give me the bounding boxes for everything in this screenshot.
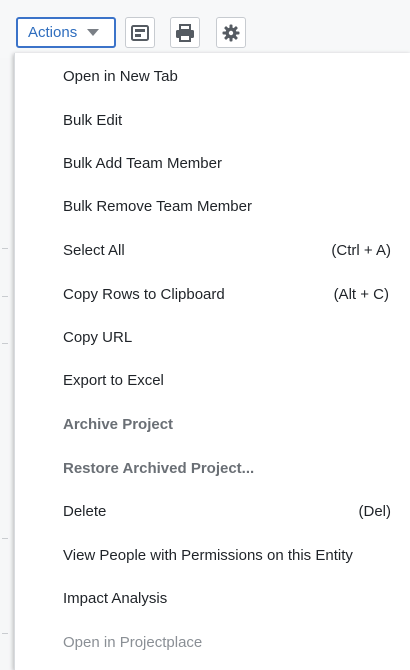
menu-item-label: Restore Archived Project... (63, 459, 255, 477)
menu-item-bulk-add-team-member[interactable]: Bulk Add Team Member (15, 142, 410, 184)
menu-item-open-in-projectplace: Open in Projectplace (15, 621, 410, 663)
menu-item-label: Open in New Tab (63, 67, 178, 85)
print-button[interactable] (170, 17, 200, 48)
actions-dropdown-button[interactable]: Actions (16, 17, 116, 48)
menu-item-copy-url[interactable]: Copy URL (15, 316, 410, 358)
menu-item-bulk-edit[interactable]: Bulk Edit (15, 99, 410, 141)
grid-divider (2, 633, 8, 634)
toolbar: Actions (0, 0, 410, 58)
actions-label: Actions (28, 24, 78, 41)
menu-item-shortcut: (Del) (358, 502, 392, 520)
menu-item-open-in-new-tab[interactable]: Open in New Tab (15, 55, 410, 97)
menu-item-label: Bulk Remove Team Member (63, 197, 252, 215)
menu-item-delete[interactable]: Delete (Del) (15, 490, 410, 532)
chevron-down-icon (87, 29, 100, 36)
grid-divider (2, 343, 8, 344)
menu-item-label: Bulk Edit (63, 111, 123, 129)
menu-item-label: View People with Permissions on this Ent… (63, 546, 353, 564)
print-icon (175, 23, 195, 42)
menu-item-select-all[interactable]: Select All (Ctrl + A) (15, 229, 410, 271)
menu-item-label: Export to Excel (63, 371, 164, 389)
menu-item-archive-project: Archive Project (15, 403, 410, 445)
gear-icon (222, 24, 240, 42)
grid-divider (2, 538, 8, 539)
menu-item-export-to-excel[interactable]: Export to Excel (15, 359, 410, 401)
menu-item-restore-archived-project: Restore Archived Project... (15, 447, 410, 489)
menu-item-label: Open in Projectplace (63, 633, 203, 651)
menu-item-label: Select All (63, 241, 125, 259)
page: Actions Open in New Tab Bulk Edit Bulk A… (0, 0, 410, 670)
menu-item-label: Archive Project (63, 415, 174, 433)
layout-button[interactable] (125, 17, 155, 48)
grid-divider (2, 248, 8, 249)
menu-item-impact-analysis[interactable]: Impact Analysis (15, 577, 410, 619)
menu-item-label: Impact Analysis (63, 589, 168, 607)
menu-item-shortcut: (Alt + C) (333, 285, 389, 303)
grid-divider (2, 296, 8, 297)
menu-item-view-people-with-permissions[interactable]: View People with Permissions on this Ent… (15, 534, 410, 576)
menu-item-label: Copy Rows to Clipboard (63, 285, 225, 303)
menu-item-copy-rows-to-clipboard[interactable]: Copy Rows to Clipboard (Alt + C) (15, 273, 410, 315)
layout-icon (131, 24, 149, 41)
menu-item-label: Delete (63, 502, 107, 520)
menu-item-bulk-remove-team-member[interactable]: Bulk Remove Team Member (15, 185, 410, 227)
menu-item-shortcut: (Ctrl + A) (331, 241, 391, 259)
actions-menu: Open in New Tab Bulk Edit Bulk Add Team … (14, 53, 410, 670)
background-grid-edge (0, 58, 15, 670)
menu-item-label: Copy URL (63, 328, 133, 346)
menu-item-label: Bulk Add Team Member (63, 154, 222, 172)
settings-button[interactable] (216, 17, 246, 48)
